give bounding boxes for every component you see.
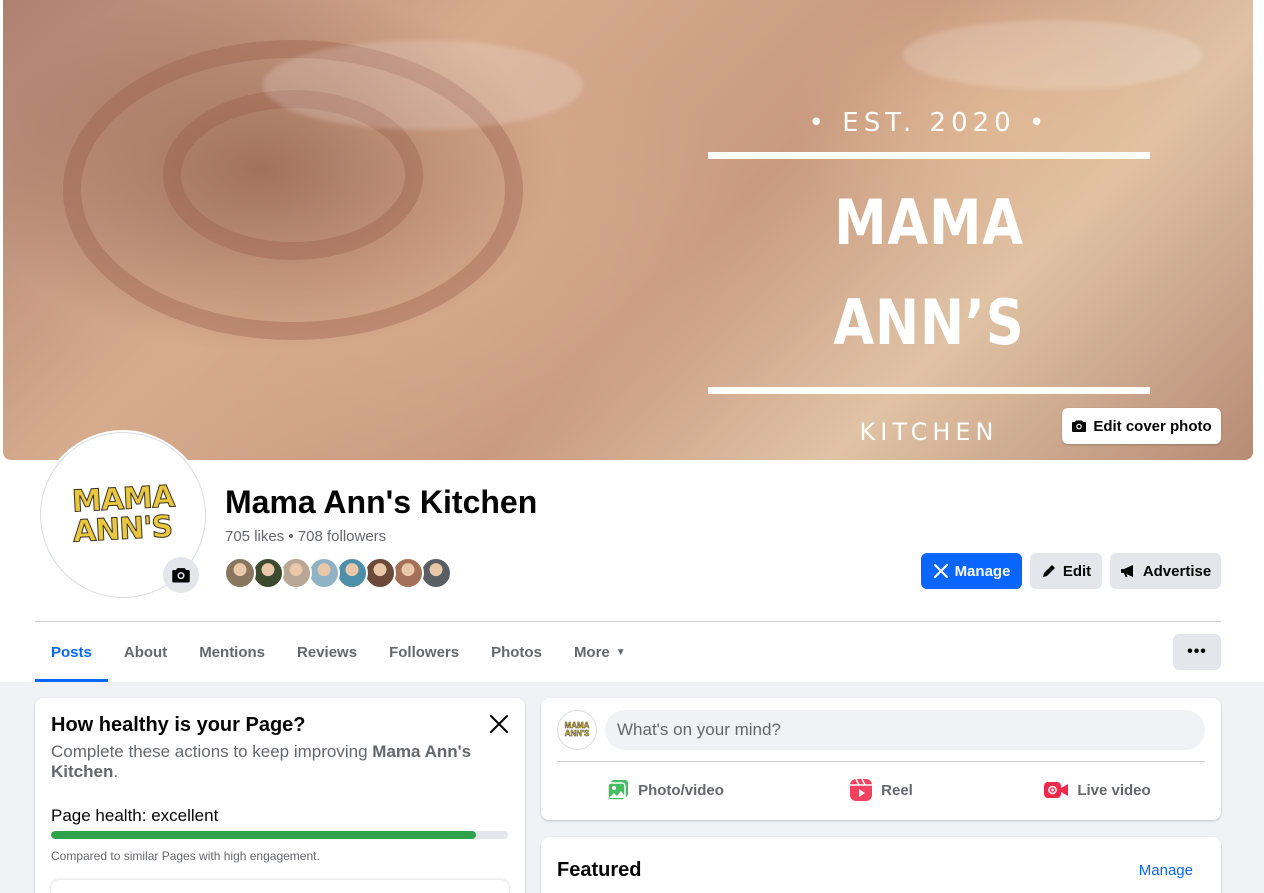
tab-label: Reviews bbox=[297, 643, 358, 661]
health-note: Compared to similar Pages with high enga… bbox=[51, 849, 320, 863]
tab-label: Photos bbox=[491, 643, 542, 661]
megaphone-icon bbox=[1120, 565, 1133, 577]
follower-avatar[interactable] bbox=[280, 557, 312, 589]
profile-logo-line2: ANN'S bbox=[72, 509, 174, 550]
health-desc-prefix: Complete these actions to keep improving bbox=[51, 742, 373, 761]
health-action-card[interactable] bbox=[51, 880, 509, 893]
cover-rule-top bbox=[708, 152, 1150, 159]
featured-manage-link[interactable]: Manage bbox=[1139, 862, 1193, 879]
manage-label: Manage bbox=[954, 562, 1011, 580]
tools-icon bbox=[933, 563, 948, 579]
live-video-label: Live video bbox=[1077, 781, 1151, 799]
reel-label: Reel bbox=[881, 781, 913, 799]
health-progress-fill bbox=[51, 831, 476, 839]
tab-about[interactable]: About bbox=[108, 622, 183, 682]
manage-button[interactable]: Manage bbox=[921, 553, 1022, 589]
follower-avatars[interactable] bbox=[224, 557, 452, 589]
edit-cover-label: Edit cover photo bbox=[1093, 417, 1212, 435]
page-tabs: Posts About Mentions Reviews Followers P… bbox=[35, 622, 642, 682]
tab-label: More bbox=[573, 643, 610, 661]
cover-title: MAMA ANN’S bbox=[833, 186, 1025, 359]
advertise-label: Advertise bbox=[1142, 562, 1212, 580]
composer-avatar[interactable]: MAMA ANN'S bbox=[557, 710, 597, 750]
composer-actions: Photo/video Reel Live video bbox=[557, 770, 1205, 810]
follower-avatar[interactable] bbox=[420, 557, 452, 589]
caret-down-icon: ▼ bbox=[615, 646, 626, 658]
tab-label: Followers bbox=[389, 643, 460, 661]
close-icon[interactable] bbox=[487, 712, 511, 736]
tab-label: About bbox=[123, 643, 168, 661]
edit-cover-photo-button[interactable]: Edit cover photo bbox=[1062, 408, 1221, 444]
pencil-icon bbox=[1042, 565, 1055, 577]
photo-icon bbox=[607, 780, 629, 801]
edit-label: Edit bbox=[1062, 562, 1092, 580]
health-desc-suffix: . bbox=[113, 762, 119, 781]
glaze-highlight-right bbox=[903, 20, 1203, 90]
tab-mentions[interactable]: Mentions bbox=[183, 622, 281, 682]
update-profile-picture-button[interactable] bbox=[163, 557, 199, 593]
page-stats[interactable]: 705 likes • 708 followers bbox=[225, 528, 386, 545]
follower-avatar[interactable] bbox=[308, 557, 340, 589]
more-options-button[interactable]: ••• bbox=[1173, 634, 1221, 670]
live-video-icon bbox=[1044, 782, 1069, 798]
photo-video-button[interactable]: Photo/video bbox=[557, 770, 773, 810]
page-title: Mama Ann's Kitchen bbox=[225, 484, 538, 520]
health-title: How healthy is your Page? bbox=[51, 714, 306, 736]
health-description: Complete these actions to keep improving… bbox=[51, 742, 491, 782]
advertise-button[interactable]: Advertise bbox=[1110, 553, 1221, 589]
tab-reviews[interactable]: Reviews bbox=[281, 622, 373, 682]
camera-icon bbox=[172, 568, 190, 583]
featured-title: Featured bbox=[557, 859, 642, 881]
reel-button[interactable]: Reel bbox=[773, 770, 989, 810]
follower-avatar[interactable] bbox=[392, 557, 424, 589]
tab-more[interactable]: More ▼ bbox=[558, 622, 642, 682]
follower-avatar[interactable] bbox=[252, 557, 284, 589]
tab-photos[interactable]: Photos bbox=[475, 622, 558, 682]
tab-label: Posts bbox=[51, 643, 92, 661]
tab-followers[interactable]: Followers bbox=[373, 622, 475, 682]
featured-card: Featured Manage bbox=[541, 837, 1221, 893]
camera-icon bbox=[1072, 420, 1087, 432]
live-video-button[interactable]: Live video bbox=[989, 770, 1205, 810]
follower-avatar[interactable] bbox=[364, 557, 396, 589]
page-health-card: How healthy is your Page? Complete these… bbox=[35, 698, 525, 893]
follower-avatar[interactable] bbox=[336, 557, 368, 589]
cover-logo-text: • EST. 2020 • MAMA ANN’S KITCHEN bbox=[708, 100, 1150, 446]
health-progress-bar bbox=[51, 831, 508, 839]
cover-rule-bottom bbox=[708, 387, 1150, 394]
edit-button[interactable]: Edit bbox=[1030, 553, 1102, 589]
glaze-highlight bbox=[263, 40, 583, 130]
tab-posts[interactable]: Posts bbox=[35, 622, 108, 682]
photo-video-label: Photo/video bbox=[638, 781, 724, 799]
composer-input[interactable]: What's on your mind? bbox=[605, 710, 1205, 750]
follower-avatar[interactable] bbox=[224, 557, 256, 589]
cover-photo[interactable]: • EST. 2020 • MAMA ANN’S KITCHEN bbox=[3, 0, 1253, 460]
tab-label: Mentions bbox=[199, 643, 266, 661]
post-composer: MAMA ANN'S What's on your mind? Photo/vi… bbox=[541, 698, 1221, 820]
health-status-label: Page health: excellent bbox=[51, 806, 219, 825]
reel-icon bbox=[850, 778, 873, 801]
cover-est: • EST. 2020 • bbox=[808, 108, 1050, 138]
composer-divider bbox=[557, 761, 1205, 762]
